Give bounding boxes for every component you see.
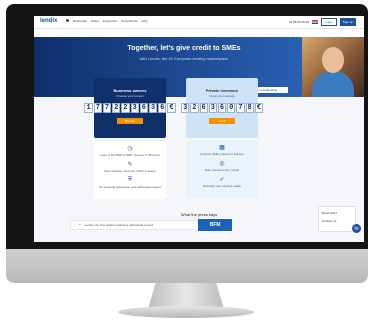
feature-text: Fast decision, and loan within 2 weeks: [104, 169, 156, 173]
quote-text: Lendix, the first platform allowing indi…: [84, 223, 153, 227]
counter-digit: 2: [121, 103, 130, 113]
counter-digit: 6: [139, 103, 148, 113]
feature-text: Loan of 50,000€ to 5M€ · Answer in 48 ho…: [100, 153, 160, 157]
lenders-card: Private investors Invest your savings 3 …: [181, 78, 263, 138]
counter-digit: 0: [227, 103, 236, 113]
feature-item: ◎ Earn interest every month: [186, 160, 258, 172]
monitor-stand-base: [118, 306, 254, 318]
counter-digit: 2: [190, 103, 199, 113]
feature-text: Earn interest every month: [204, 168, 240, 172]
login-button[interactable]: Login: [321, 18, 337, 26]
feature-item: ▦ Finance SME projects in Europe: [186, 144, 258, 156]
press-heading: What the press says: [180, 212, 218, 217]
lenders-subtitle: Invest your savings: [209, 94, 235, 98]
chat-popup: Need help? Contact us: [318, 206, 356, 232]
person-shirt: [312, 71, 354, 97]
counter-digit: 1: [84, 103, 93, 113]
hero-person-photo: [302, 37, 364, 97]
nav-home-icon[interactable]: [66, 19, 69, 22]
counter-digit: 3: [130, 103, 139, 113]
nav-item-1[interactable]: Entreprise: [73, 19, 87, 23]
feature-item: ✓ Diversify your savings easily: [186, 176, 258, 188]
nav-item-5[interactable]: FAQ: [142, 19, 148, 23]
borrow-button[interactable]: Borrow: [117, 118, 143, 124]
quote-icon: ❝: [79, 223, 81, 227]
feature-text: No personal guarantee, and dedicated sup…: [99, 185, 161, 189]
browser-viewport: lendix Entreprise Prêter Emprunter Compr…: [34, 16, 364, 242]
shield-icon: ⛨: [127, 177, 133, 183]
business-subtitle: Finance your project: [116, 94, 144, 98]
coins-icon: ◎: [219, 161, 225, 167]
pen-icon: ✎: [127, 162, 133, 168]
lenders-counter: 3 2 6 3 6 0 7 8 €: [181, 103, 263, 113]
hero-title: Together, let's give credit to SMEs: [127, 45, 241, 52]
counter-digit: 2: [112, 103, 121, 113]
chat-bubble-icon[interactable]: ✉: [352, 224, 361, 233]
press-logo[interactable]: BFM: [198, 219, 232, 231]
feature-text: Finance SME projects in Europe: [200, 152, 244, 156]
main-nav: Entreprise Prêter Emprunter Comprendre F…: [66, 19, 148, 23]
monitor-chin: [6, 249, 368, 283]
counter-currency: €: [167, 103, 176, 113]
press-quote[interactable]: ❝ Lendix, the first platform allowing in…: [70, 220, 200, 230]
counter-digit: 3: [208, 103, 217, 113]
business-features: ◷ Loan of 50,000€ to 5M€ · Answer in 48 …: [94, 140, 166, 199]
nav-item-2[interactable]: Prêter: [91, 19, 99, 23]
counter-digit: 7: [236, 103, 245, 113]
lenders-title: Private investors: [205, 88, 239, 93]
clock-icon: ◷: [127, 146, 133, 152]
counter-digit: 8: [245, 103, 254, 113]
lenders-features: ▦ Finance SME projects in Europe ◎ Earn …: [186, 140, 258, 198]
check-icon: ✓: [219, 177, 225, 183]
feature-text: Diversify your savings easily: [203, 184, 241, 188]
monitor-bezel: lendix Entreprise Prêter Emprunter Compr…: [6, 4, 368, 256]
counter-digit: 6: [217, 103, 227, 113]
counter-digit: 3: [148, 103, 158, 113]
chat-line-1: Need help?: [322, 211, 338, 215]
brand-logo[interactable]: lendix: [40, 18, 57, 24]
feature-item: ⛨ No personal guarantee, and dedicated s…: [94, 177, 166, 189]
business-title: Business owners: [113, 88, 147, 93]
business-counter: 1 7 7 2 2 3 6 3 6 €: [84, 103, 176, 113]
feature-item: ◷ Loan of 50,000€ to 5M€ · Answer in 48 …: [94, 145, 166, 157]
language-flag-icon[interactable]: [312, 20, 318, 24]
counter-digit: 7: [102, 103, 112, 113]
counter-currency: €: [254, 103, 263, 113]
feature-item: ✎ Fast decision, and loan within 2 weeks: [94, 161, 166, 173]
top-right-actions: 01 85 08 49 30 Login Sign up: [289, 18, 356, 26]
phone-number: 01 85 08 49 30: [288, 20, 309, 24]
counter-digit: 3: [181, 103, 190, 113]
building-icon: ▦: [219, 145, 225, 151]
signup-button[interactable]: Sign up: [340, 18, 356, 26]
nav-item-3[interactable]: Emprunter: [103, 19, 117, 23]
counter-digit: 6: [158, 103, 167, 113]
business-card: Business owners Finance your project 1 7…: [84, 78, 176, 138]
nav-item-4[interactable]: Comprendre: [121, 19, 138, 23]
counter-digit: 7: [93, 103, 102, 113]
hero-subtitle: with Lendix, the #1 European lending mar…: [139, 56, 229, 61]
lend-button[interactable]: Lend: [209, 118, 235, 124]
counter-digit: 6: [199, 103, 208, 113]
person-face: [322, 47, 344, 73]
chat-line-2[interactable]: Contact us: [322, 219, 352, 223]
top-navigation: lendix Entreprise Prêter Emprunter Compr…: [34, 16, 364, 29]
